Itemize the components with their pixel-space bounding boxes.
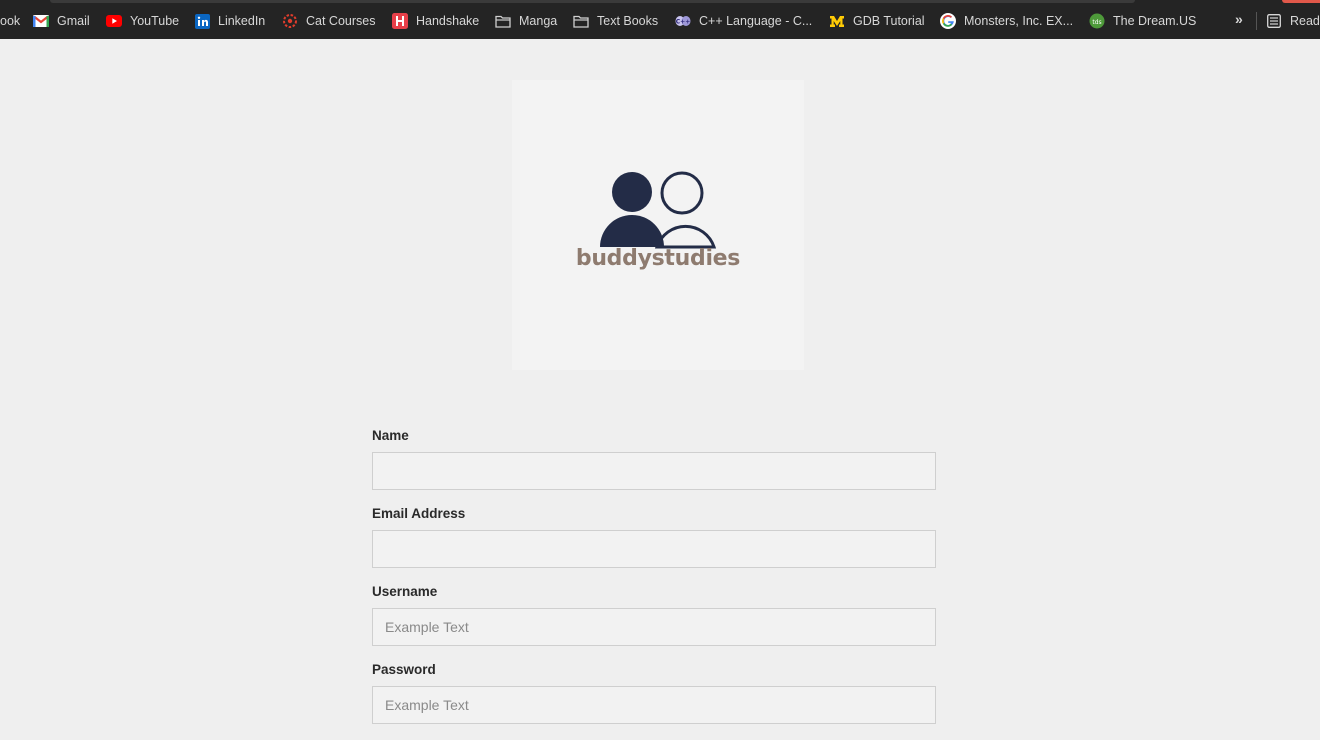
reading-list-icon — [1266, 13, 1282, 29]
username-input[interactable] — [372, 608, 936, 646]
buddies-people-icon — [600, 171, 717, 249]
password-input[interactable] — [372, 686, 936, 724]
bookmark-label: Cat Courses — [306, 14, 376, 28]
name-input[interactable] — [372, 452, 936, 490]
email-label: Email Address — [372, 506, 466, 521]
bookmark-linkedin[interactable]: LinkedIn — [194, 12, 265, 30]
bookmark-cat-courses[interactable]: Cat Courses — [282, 12, 375, 30]
bookmark-label: Gmail — [57, 14, 90, 28]
bookmark-label: Text Books — [597, 14, 659, 28]
more-bookmarks-chevron-icon[interactable]: » — [1235, 11, 1243, 27]
bookmark-label: ook — [0, 14, 21, 28]
bookmark-folder-manga[interactable]: Manga — [495, 12, 557, 30]
brand-logo: buddystudies — [512, 80, 804, 370]
youtube-icon — [106, 13, 122, 29]
tab-strip-edge — [50, 0, 1135, 3]
bookmark-label: The Dream.US — [1113, 14, 1197, 28]
folder-icon — [573, 13, 589, 29]
cplusplus-icon: C++ — [675, 13, 691, 29]
michigan-icon — [829, 13, 845, 29]
bookmark-folder-text-books[interactable]: Text Books — [573, 12, 658, 30]
bookmark-cplusplus[interactable]: C++ C++ Language - C... — [675, 12, 812, 30]
bookmark-label: C++ Language - C... — [699, 14, 813, 28]
username-field-group: Username — [372, 584, 936, 646]
svg-text:tds: tds — [1092, 19, 1101, 26]
signup-form: Name Email Address Username Password — [372, 428, 936, 740]
brand-name: buddystudies — [575, 246, 741, 271]
bookmark-label: YouTube — [130, 14, 180, 28]
handshake-icon — [392, 13, 408, 29]
bookmarks-separator — [1256, 12, 1257, 30]
email-field-group: Email Address — [372, 506, 936, 568]
profile-accent — [1282, 0, 1320, 3]
folder-icon — [495, 13, 511, 29]
name-label: Name — [372, 428, 409, 443]
bookmark-monsters-inc[interactable]: Monsters, Inc. EX... — [940, 12, 1073, 30]
bookmark-youtube[interactable]: YouTube — [106, 12, 179, 30]
svg-text:C++: C++ — [676, 19, 690, 26]
linkedin-icon — [194, 13, 210, 29]
bookmark-the-dream-us[interactable]: tds The Dream.US — [1089, 12, 1196, 30]
dream-us-icon: tds — [1089, 13, 1105, 29]
bookmark-handshake[interactable]: Handshake — [392, 12, 479, 30]
bookmark-label: LinkedIn — [218, 14, 266, 28]
password-label: Password — [372, 662, 436, 677]
gmail-icon — [33, 13, 49, 29]
bookmark-label: GDB Tutorial — [853, 14, 925, 28]
bookmark-label: Handshake — [416, 14, 480, 28]
bookmark-truncated[interactable]: ook — [0, 12, 20, 30]
cat-courses-icon — [282, 13, 298, 29]
bookmark-label: Monsters, Inc. EX... — [964, 14, 1074, 28]
bookmarks-bar: ook Gmail YouTube LinkedIn Cat Courses H… — [0, 0, 1320, 39]
password-field-group: Password — [372, 662, 936, 724]
bookmark-gmail[interactable]: Gmail — [33, 12, 90, 30]
bookmark-label: Manga — [519, 14, 558, 28]
username-label: Username — [372, 584, 438, 599]
bookmark-gdb-tutorial[interactable]: GDB Tutorial — [829, 12, 925, 30]
reading-list-button[interactable]: Readi — [1266, 12, 1320, 30]
email-input[interactable] — [372, 530, 936, 568]
bookmark-label: Readi — [1290, 14, 1320, 28]
name-field-group: Name — [372, 428, 936, 490]
google-icon — [940, 13, 956, 29]
